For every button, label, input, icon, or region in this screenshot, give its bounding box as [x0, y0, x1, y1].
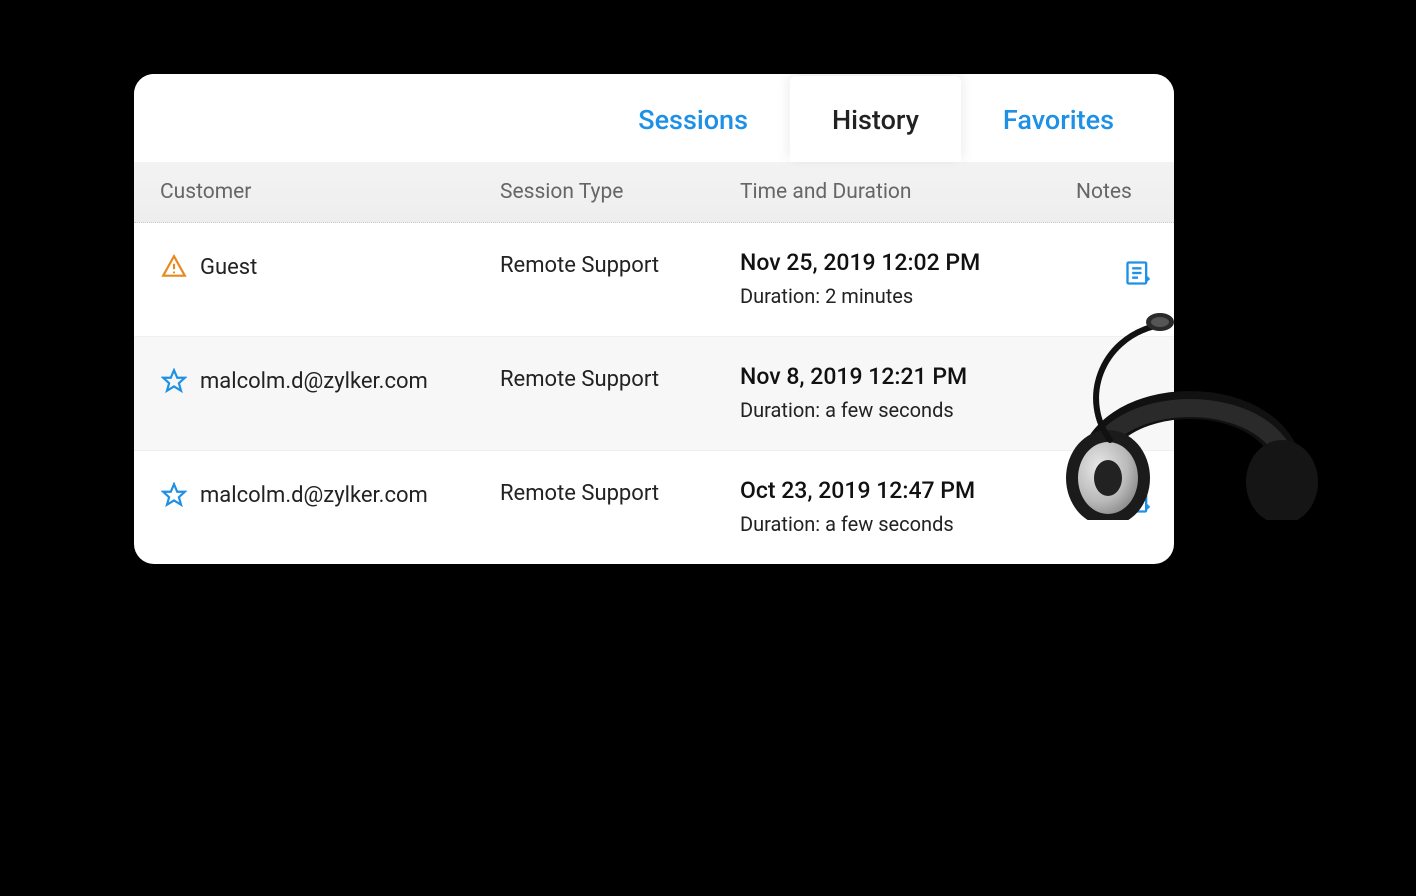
notes-cell: [1076, 363, 1174, 373]
table-row[interactable]: malcolm.d@zylker.com Remote Support Oct …: [134, 451, 1174, 564]
customer-cell: Guest: [160, 249, 500, 281]
time-cell: Nov 25, 2019 12:02 PM Duration: 2 minute…: [740, 249, 1076, 308]
notes-cell: [1076, 477, 1174, 519]
time-cell: Nov 8, 2019 12:21 PM Duration: a few sec…: [740, 363, 1076, 422]
session-type-cell: Remote Support: [500, 249, 740, 278]
col-session-type: Session Type: [500, 180, 740, 204]
tab-favorites[interactable]: Favorites: [961, 76, 1156, 162]
customer-name: malcolm.d@zylker.com: [200, 483, 428, 508]
timestamp: Oct 23, 2019 12:47 PM: [740, 477, 1076, 504]
timestamp: Nov 25, 2019 12:02 PM: [740, 249, 1076, 276]
add-note-icon[interactable]: [1124, 259, 1152, 291]
star-icon[interactable]: [160, 367, 188, 395]
tab-bar: Sessions History Favorites: [134, 74, 1174, 162]
table-row[interactable]: Guest Remote Support Nov 25, 2019 12:02 …: [134, 223, 1174, 337]
duration: Duration: a few seconds: [740, 398, 1076, 422]
table-row[interactable]: malcolm.d@zylker.com Remote Support Nov …: [134, 337, 1174, 451]
column-headers: Customer Session Type Time and Duration …: [134, 162, 1174, 223]
customer-cell: malcolm.d@zylker.com: [160, 477, 500, 509]
tab-history[interactable]: History: [790, 76, 961, 162]
time-cell: Oct 23, 2019 12:47 PM Duration: a few se…: [740, 477, 1076, 536]
customer-name: Guest: [200, 255, 257, 280]
col-time: Time and Duration: [740, 180, 1076, 204]
star-icon[interactable]: [160, 481, 188, 509]
add-note-icon[interactable]: [1124, 487, 1152, 519]
session-type-cell: Remote Support: [500, 477, 740, 506]
history-panel: Sessions History Favorites Customer Sess…: [134, 74, 1174, 564]
notes-cell: [1076, 249, 1174, 291]
customer-name: malcolm.d@zylker.com: [200, 369, 428, 394]
duration: Duration: a few seconds: [740, 512, 1076, 536]
tab-sessions[interactable]: Sessions: [596, 76, 790, 162]
col-notes: Notes: [1076, 180, 1174, 204]
warning-icon: [160, 253, 188, 281]
duration: Duration: 2 minutes: [740, 284, 1076, 308]
timestamp: Nov 8, 2019 12:21 PM: [740, 363, 1076, 390]
customer-cell: malcolm.d@zylker.com: [160, 363, 500, 395]
session-type-cell: Remote Support: [500, 363, 740, 392]
col-customer: Customer: [160, 180, 500, 204]
